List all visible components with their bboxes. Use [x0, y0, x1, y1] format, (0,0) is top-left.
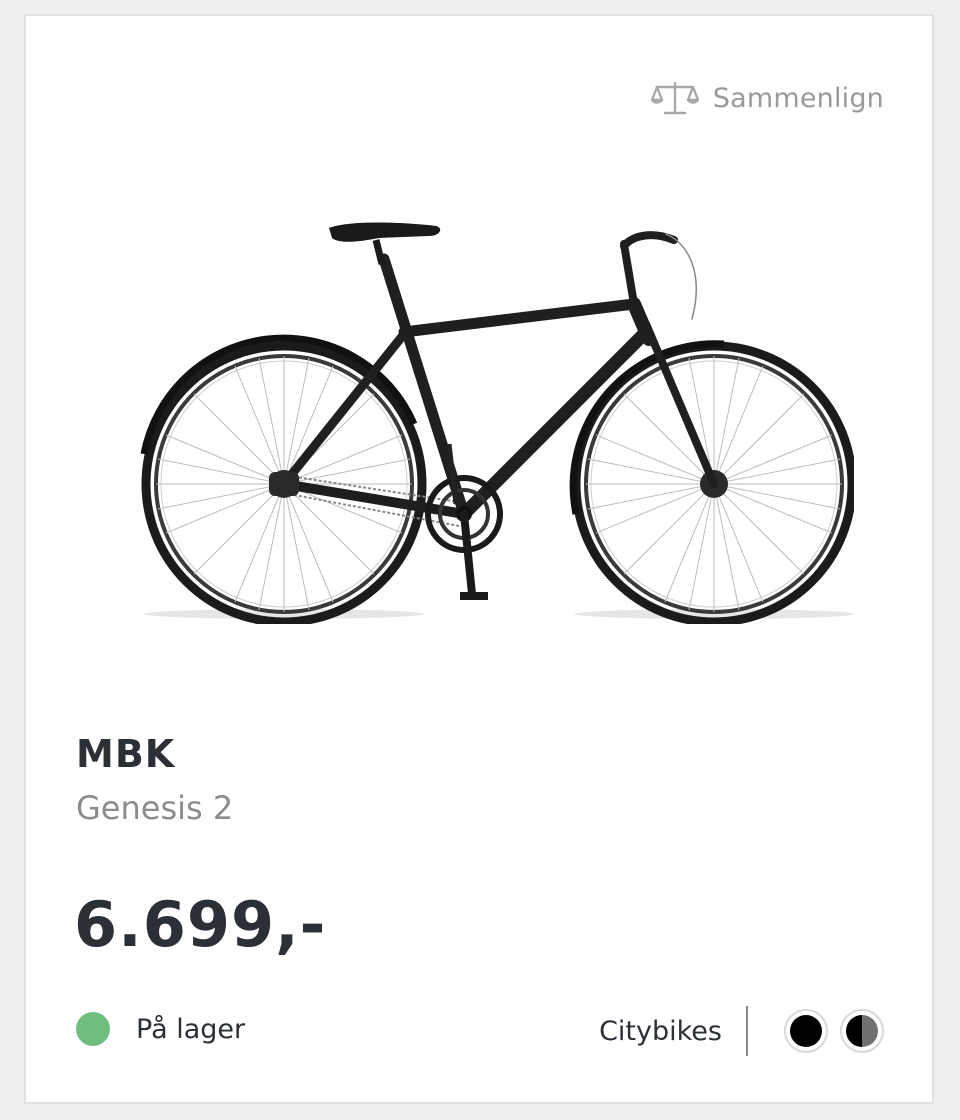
compare-button[interactable]: Sammenlign — [650, 80, 884, 116]
product-price: 6.699,- — [74, 888, 327, 961]
product-card[interactable]: Sammenlign MBK Genesis 2 6.699,- På lage… — [24, 14, 934, 1104]
product-model: Genesis 2 — [76, 789, 234, 827]
bicycle-icon — [140, 222, 854, 624]
color-swatch-black[interactable] — [784, 1009, 828, 1053]
scale-icon — [650, 81, 699, 115]
swatch-fill — [846, 1015, 878, 1047]
divider — [746, 1006, 748, 1056]
product-image[interactable] — [114, 204, 854, 624]
stock-label: På lager — [136, 1013, 246, 1045]
stock-indicator — [76, 1012, 110, 1046]
color-swatch-black-grey[interactable] — [840, 1009, 884, 1053]
stock-status: På lager — [76, 1012, 245, 1046]
category-label: Citybikes — [599, 1015, 722, 1047]
swatch-fill — [790, 1015, 822, 1047]
product-brand: MBK — [76, 732, 176, 776]
compare-label: Sammenlign — [712, 82, 884, 114]
product-meta: Citybikes — [599, 1006, 884, 1056]
